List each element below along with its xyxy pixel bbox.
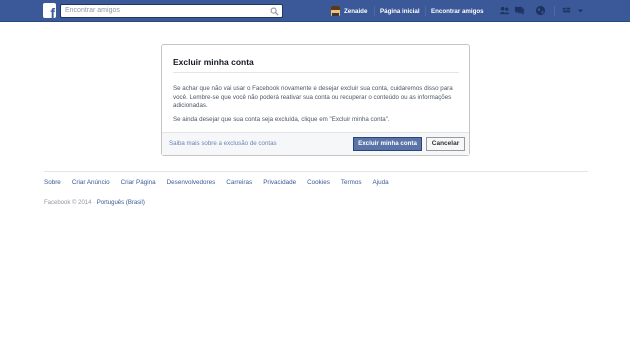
footer-links: Sobre Criar Anúncio Criar Página Desenvo… xyxy=(44,179,400,186)
avatar[interactable] xyxy=(331,6,340,16)
friend-requests-icon[interactable] xyxy=(499,5,510,16)
copyright: Facebook © 2014 · Português (Brasil) xyxy=(44,200,145,206)
footer-link-careers[interactable]: Carreiras xyxy=(226,179,252,186)
search-placeholder: Encontrar amigos xyxy=(65,7,120,14)
find-friends-label[interactable]: Encontrar amigos xyxy=(431,8,484,15)
footer-link-create-ad[interactable]: Criar Anúncio xyxy=(72,179,110,186)
footer-link-privacy[interactable]: Privacidade xyxy=(263,179,296,186)
footer-link-developers[interactable]: Desenvolvedores xyxy=(167,179,216,186)
messages-icon[interactable] xyxy=(514,5,525,16)
footer-link-about[interactable]: Sobre xyxy=(44,179,61,186)
delete-account-button[interactable]: Excluir minha conta xyxy=(353,137,422,151)
privacy-shortcuts-icon[interactable] xyxy=(561,5,572,16)
user-name[interactable]: Zenaide xyxy=(344,8,367,15)
delete-account-dialog: Excluir minha conta Se achar que não vai… xyxy=(161,44,470,156)
top-bar: f Encontrar amigos Zenaide Página inicia… xyxy=(0,0,630,22)
dialog-description: Se achar que não vai usar o Facebook nov… xyxy=(173,85,453,109)
footer-divider xyxy=(44,171,588,172)
nav-divider xyxy=(554,6,555,16)
home-link[interactable]: Página inicial xyxy=(380,0,420,22)
dialog-instruction: Se ainda desejar que sua conta seja excl… xyxy=(173,116,390,123)
dialog-divider xyxy=(173,72,459,73)
profile-link[interactable]: Zenaide xyxy=(344,0,367,22)
dialog-footer: Saiba mais sobre a exclusão de contas Ex… xyxy=(162,132,469,155)
footer-link-help[interactable]: Ajuda xyxy=(373,179,389,186)
footer-link-create-page[interactable]: Criar Página xyxy=(121,179,156,186)
notifications-globe-icon[interactable] xyxy=(535,5,546,16)
cancel-button[interactable]: Cancelar xyxy=(426,137,465,151)
search-icon[interactable] xyxy=(270,7,279,16)
copyright-text: Facebook © 2014 · xyxy=(44,200,96,206)
footer-link-terms[interactable]: Termos xyxy=(341,179,362,186)
chevron-down-icon[interactable] xyxy=(575,5,586,16)
home-label[interactable]: Página inicial xyxy=(380,8,420,15)
footer-link-cookies[interactable]: Cookies xyxy=(307,179,330,186)
facebook-logo-icon[interactable]: f xyxy=(43,3,56,18)
nav-divider xyxy=(374,6,375,16)
learn-more-link[interactable]: Saiba mais sobre a exclusão de contas xyxy=(169,140,277,147)
find-friends-link[interactable]: Encontrar amigos xyxy=(431,0,484,22)
search-input[interactable]: Encontrar amigos xyxy=(60,4,283,18)
language-link[interactable]: Português (Brasil) xyxy=(97,200,145,206)
nav-divider xyxy=(425,6,426,16)
dialog-title: Excluir minha conta xyxy=(173,57,254,67)
